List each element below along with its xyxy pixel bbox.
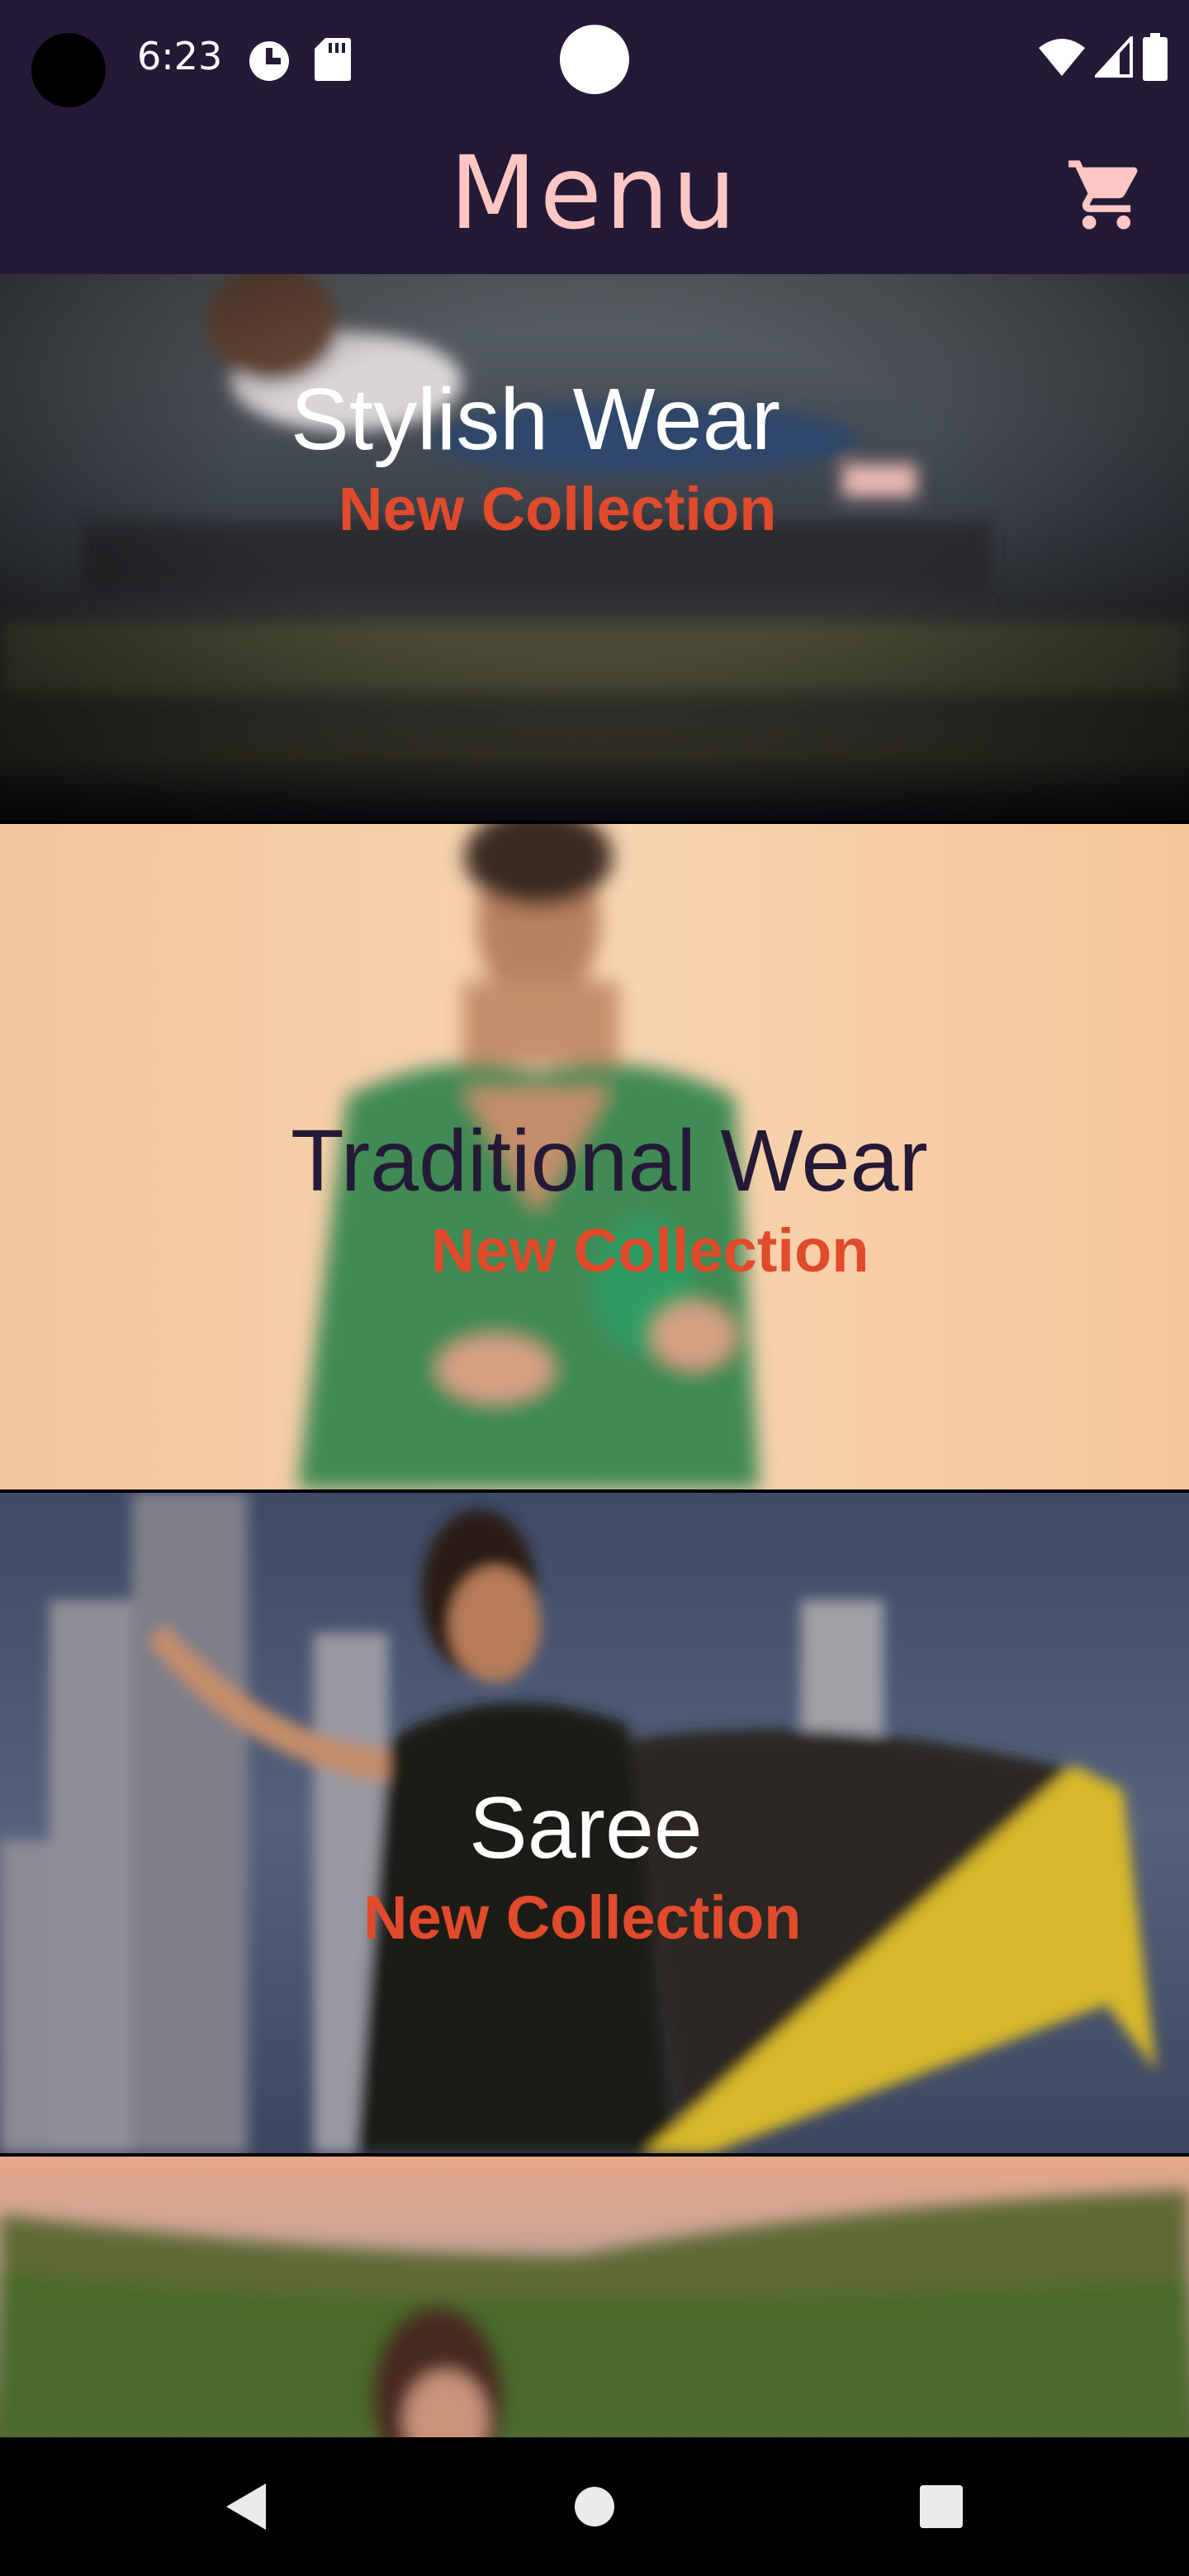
page-title: Menu	[449, 135, 740, 252]
status-bar: 6:23	[0, 0, 1189, 112]
shopping-cart-icon[interactable]	[1065, 154, 1148, 236]
cell-signal-icon	[1095, 36, 1133, 78]
sd-card-icon	[315, 38, 351, 81]
category-title: Stylish Wear	[291, 371, 780, 468]
category-title: Traditional Wear	[291, 1112, 928, 1210]
wifi-icon	[1039, 39, 1085, 76]
recents-icon[interactable]	[900, 2465, 983, 2548]
battery-icon	[1143, 33, 1168, 81]
home-icon[interactable]	[553, 2465, 636, 2548]
stylish-wear-photo	[0, 274, 1189, 821]
category-title: Saree	[469, 1779, 703, 1877]
category-card-traditional-wear[interactable]: Traditional Wear New Collection	[0, 824, 1189, 1489]
status-time: 6:23	[137, 34, 223, 78]
camera-cutout	[31, 33, 106, 107]
category-card-stylish-wear[interactable]: Stylish Wear New Collection	[0, 274, 1189, 821]
data-saver-icon	[249, 41, 289, 81]
category-subtitle: New Collection	[363, 1883, 802, 1952]
category-subtitle: New Collection	[431, 1216, 869, 1285]
back-icon[interactable]	[206, 2465, 289, 2548]
category-card-landscape[interactable]	[0, 2157, 1189, 2437]
category-subtitle: New Collection	[339, 475, 777, 543]
category-card-saree[interactable]: Saree New Collection	[0, 1493, 1189, 2153]
app-bar: Menu	[0, 112, 1189, 274]
landscape-photo	[0, 2157, 1189, 2437]
front-camera	[560, 25, 629, 94]
navigation-bar	[0, 2437, 1189, 2576]
